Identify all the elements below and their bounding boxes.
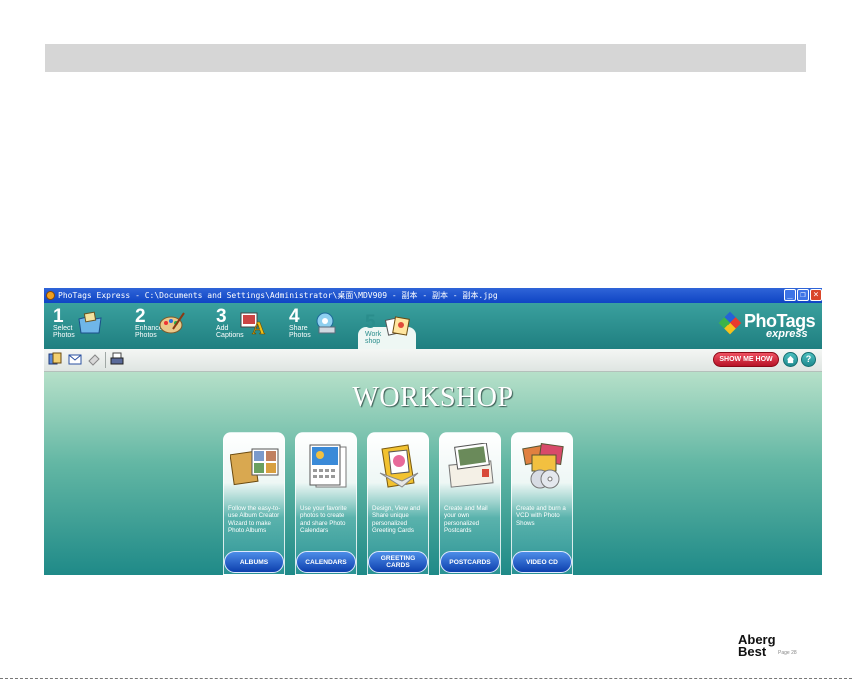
step-number: 4	[289, 306, 300, 327]
svg-text:A: A	[252, 318, 265, 335]
show-me-how-button[interactable]: SHOW ME HOW	[713, 352, 779, 367]
card-description: Create and Mail your own personalized Po…	[444, 505, 488, 535]
album-card: Follow the easy-to-use Album Creator Wiz…	[223, 432, 285, 575]
step-number: 3	[216, 306, 227, 327]
postcard-card: Create and Mail your own personalized Po…	[439, 432, 501, 575]
step-navigation: 1 Select Photos 2 Enhance Photos 3 Add Capt…	[44, 303, 822, 366]
workshop-icon	[385, 316, 410, 336]
footer-rule	[0, 678, 852, 680]
title-bar: PhoTags Express - C:\Documents and Setti…	[44, 288, 822, 303]
postcards-button[interactable]: POSTCARDS	[440, 551, 500, 573]
workshop-heading: WORKSHOP	[352, 382, 514, 413]
greeting-cards-button[interactable]: GREETING CARDS	[368, 551, 428, 573]
brand-line2: Best	[738, 644, 767, 659]
caption-letter-icon: A	[240, 312, 265, 335]
share-icon	[316, 312, 336, 334]
step-number: 2	[135, 306, 146, 327]
email-icon[interactable]	[68, 352, 82, 366]
toolbar-separator	[105, 352, 106, 368]
photo-album-icon[interactable]	[48, 352, 62, 366]
toolbar: SHOW ME HOW ?	[44, 349, 822, 372]
app-icon	[46, 291, 55, 300]
home-button[interactable]	[783, 352, 798, 367]
aberg-best-logo: Aberg Best Page 28	[738, 633, 818, 661]
card-description: Follow the easy-to-use Album Creator Wiz…	[228, 505, 281, 535]
header-bar	[45, 44, 806, 72]
video-cd-icon	[522, 443, 564, 489]
photags-logo-mark	[718, 311, 742, 335]
window-title: PhoTags Express - C:\Documents and Setti…	[58, 291, 498, 300]
logo-sub: express	[766, 328, 808, 340]
album-icon	[230, 448, 279, 486]
eraser-icon[interactable]	[87, 352, 101, 366]
close-button[interactable]: ×	[810, 289, 822, 301]
folder-photos-icon	[78, 311, 102, 334]
calendar-card: Use your favorite photos to create and s…	[295, 432, 357, 575]
greeting-card-icon	[379, 444, 419, 488]
home-icon	[786, 355, 795, 364]
video-cd-button[interactable]: VIDEO CD	[512, 551, 572, 573]
calendars-button[interactable]: CALENDARS	[296, 551, 356, 573]
workshop-panel: WORKSHOP Follow the easy-to-use Album Cr…	[44, 372, 822, 575]
postcard-icon	[448, 443, 494, 488]
calendar-icon	[309, 444, 347, 488]
albums-button[interactable]: ALBUMS	[224, 551, 284, 573]
help-button[interactable]: ?	[801, 352, 816, 367]
greeting-card: Design, View and Share unique personaliz…	[367, 432, 429, 575]
step-number: 5	[365, 312, 376, 333]
restore-button[interactable]: ❐	[797, 289, 809, 301]
photags-logo: PhoTags express	[718, 311, 816, 341]
minimize-button[interactable]: _	[784, 289, 796, 301]
card-description: Create and burn a VCD with Photo Shows	[516, 505, 566, 527]
step-number: 1	[53, 306, 64, 327]
video-cd-card: Create and burn a VCD with Photo Shows V…	[511, 432, 573, 575]
palette-icon	[159, 312, 185, 334]
card-description: Use your favorite photos to create and s…	[300, 505, 347, 535]
card-description: Design, View and Share unique personaliz…	[372, 505, 421, 535]
print-icon[interactable]	[110, 352, 124, 366]
photags-window: PhoTags Express - C:\Documents and Setti…	[44, 288, 822, 575]
page-number: Page 28	[778, 650, 797, 656]
